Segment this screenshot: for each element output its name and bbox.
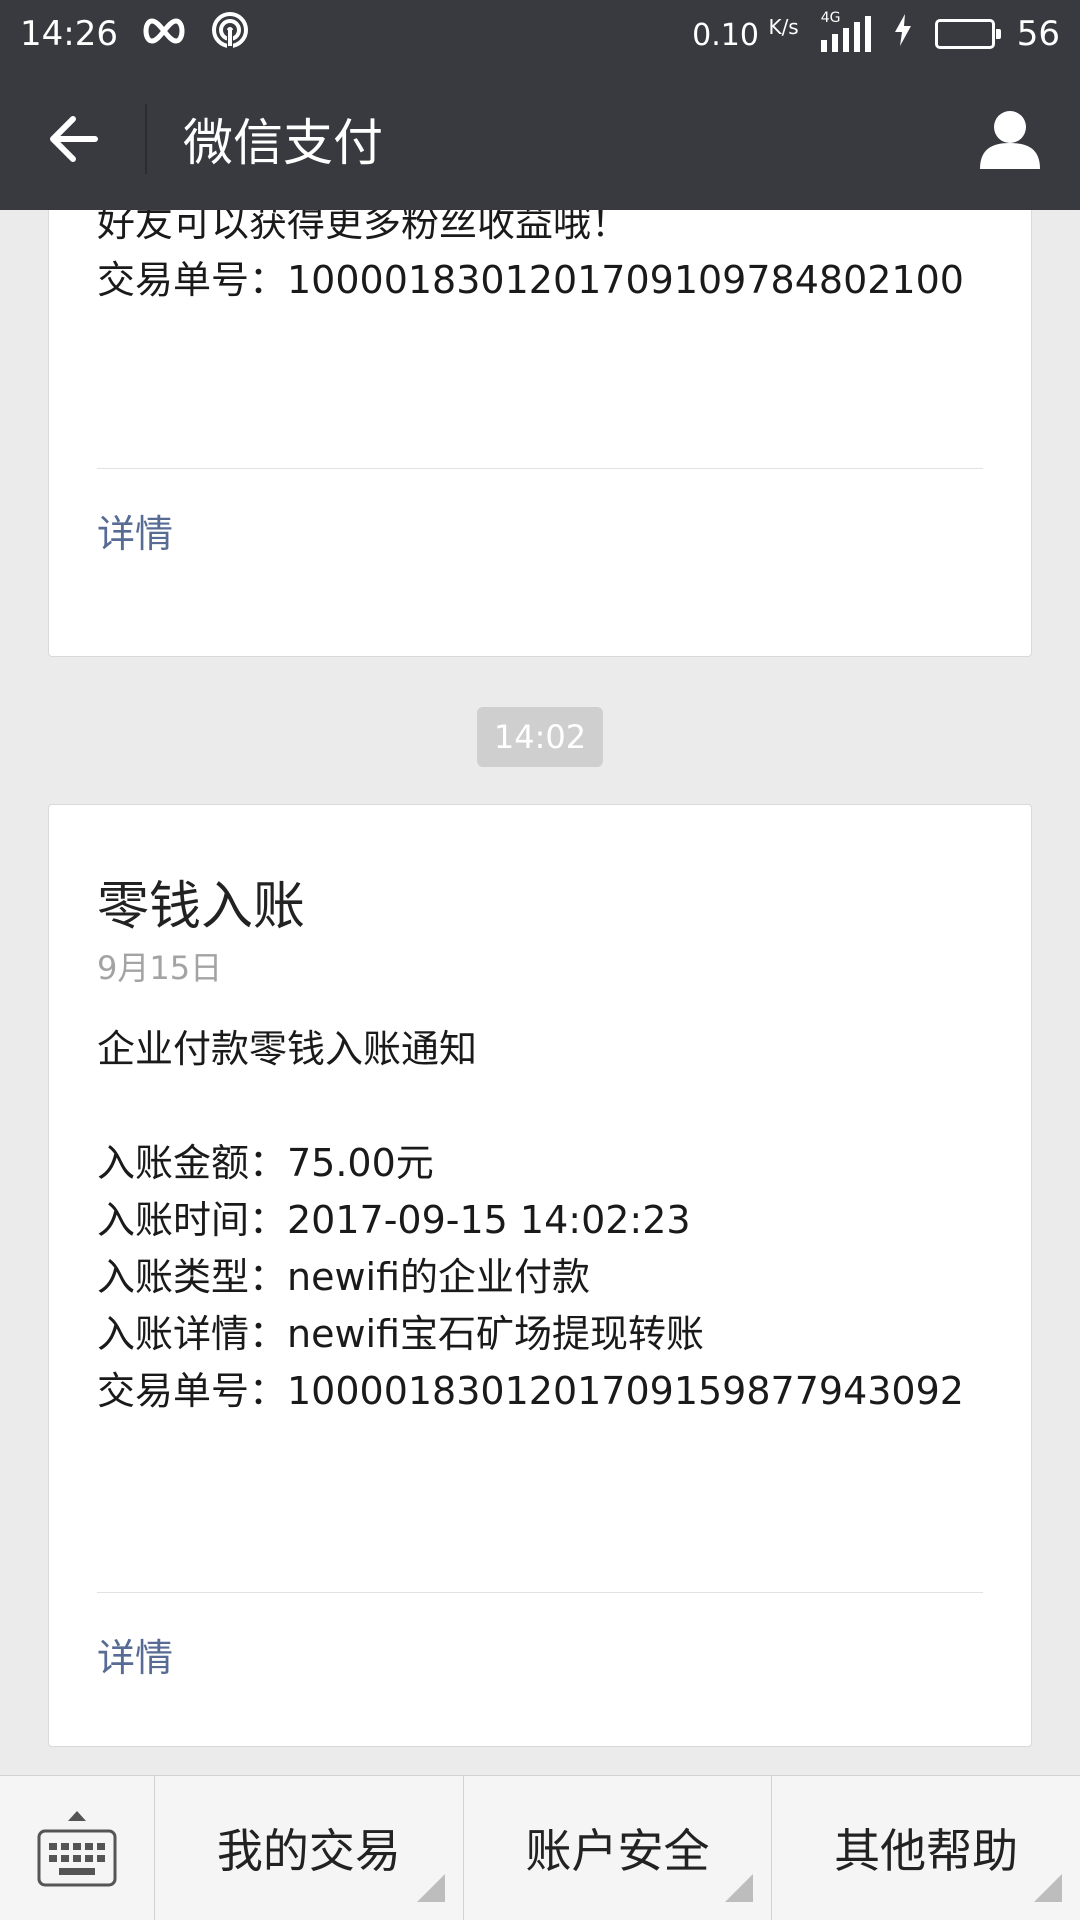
- message-line: 入账金额：75.00元: [97, 1141, 434, 1185]
- card-divider: [97, 1592, 983, 1593]
- menu-label: 账户安全: [525, 1824, 710, 1878]
- signal-icon: 4G: [820, 10, 871, 52]
- submenu-indicator-icon: [416, 1874, 445, 1902]
- message-body: 好友可以获得更多粉丝收益哦！ 交易单号：10000183012017091097…: [49, 210, 1031, 309]
- submenu-indicator-icon: [1034, 1874, 1063, 1902]
- battery-icon: [934, 19, 1001, 49]
- message-line: 入账时间：2017-09-15 14:02:23: [97, 1198, 691, 1242]
- message-timestamp: 14:02: [477, 707, 603, 767]
- menu-other-help[interactable]: 其他帮助: [772, 1776, 1080, 1920]
- submenu-indicator-icon: [725, 1874, 754, 1902]
- message-line: 好友可以获得更多粉丝收益哦！: [97, 210, 630, 245]
- switch-to-keyboard-button[interactable]: [0, 1776, 155, 1920]
- title-divider: [145, 104, 147, 174]
- message-line: 入账详情：newifi宝石矿场提现转账: [97, 1312, 705, 1356]
- keyboard-icon: [37, 1829, 117, 1886]
- infinity-icon: [140, 14, 188, 54]
- network-speed: 0.10 K/s: [692, 15, 799, 53]
- message-intro: 企业付款零钱入账通知: [97, 1027, 478, 1071]
- status-time: 14:26: [20, 14, 118, 54]
- detail-link[interactable]: 详情: [97, 503, 173, 558]
- message-date: 9月15日: [97, 949, 223, 987]
- back-button[interactable]: [0, 68, 145, 210]
- page-title: 微信支付: [183, 114, 383, 172]
- arrow-left-icon: [49, 116, 98, 162]
- message-title: 零钱入账: [97, 877, 306, 937]
- title-bar: 微信支付: [0, 68, 1080, 210]
- menu-my-transactions[interactable]: 我的交易: [155, 1776, 464, 1920]
- bottom-menu: 我的交易 账户安全 其他帮助: [0, 1775, 1080, 1920]
- message-card: 好友可以获得更多粉丝收益哦！ 交易单号：10000183012017091097…: [48, 210, 1032, 657]
- message-body: 零钱入账 9月15日 企业付款零钱入账通知 入账金额：75.00元 入账时间：2…: [49, 805, 1031, 1420]
- user-icon: [980, 111, 1040, 169]
- menu-label: 其他帮助: [834, 1824, 1019, 1878]
- charging-icon: [893, 13, 913, 55]
- detail-link[interactable]: 详情: [97, 1627, 173, 1682]
- card-divider: [97, 468, 983, 469]
- menu-label: 我的交易: [216, 1824, 401, 1878]
- status-bar: 14:26 0.10 K/s 4G 56: [0, 0, 1080, 68]
- hotspot-icon: [210, 10, 250, 59]
- message-list[interactable]: 好友可以获得更多粉丝收益哦！ 交易单号：10000183012017091097…: [0, 210, 1080, 1775]
- chevron-up-icon: [68, 1810, 86, 1821]
- message-line: 入账类型：newifi的企业付款: [97, 1255, 591, 1299]
- message-line: 交易单号：100001830120170910978480210​0: [97, 258, 964, 302]
- message-card: 零钱入账 9月15日 企业付款零钱入账通知 入账金额：75.00元 入账时间：2…: [48, 804, 1032, 1747]
- official-account-profile-button[interactable]: [940, 68, 1080, 210]
- menu-account-security[interactable]: 账户安全: [464, 1776, 773, 1920]
- message-line: 交易单号：1000018301201709159877943092: [97, 1369, 964, 1413]
- battery-level: 56: [1016, 14, 1060, 54]
